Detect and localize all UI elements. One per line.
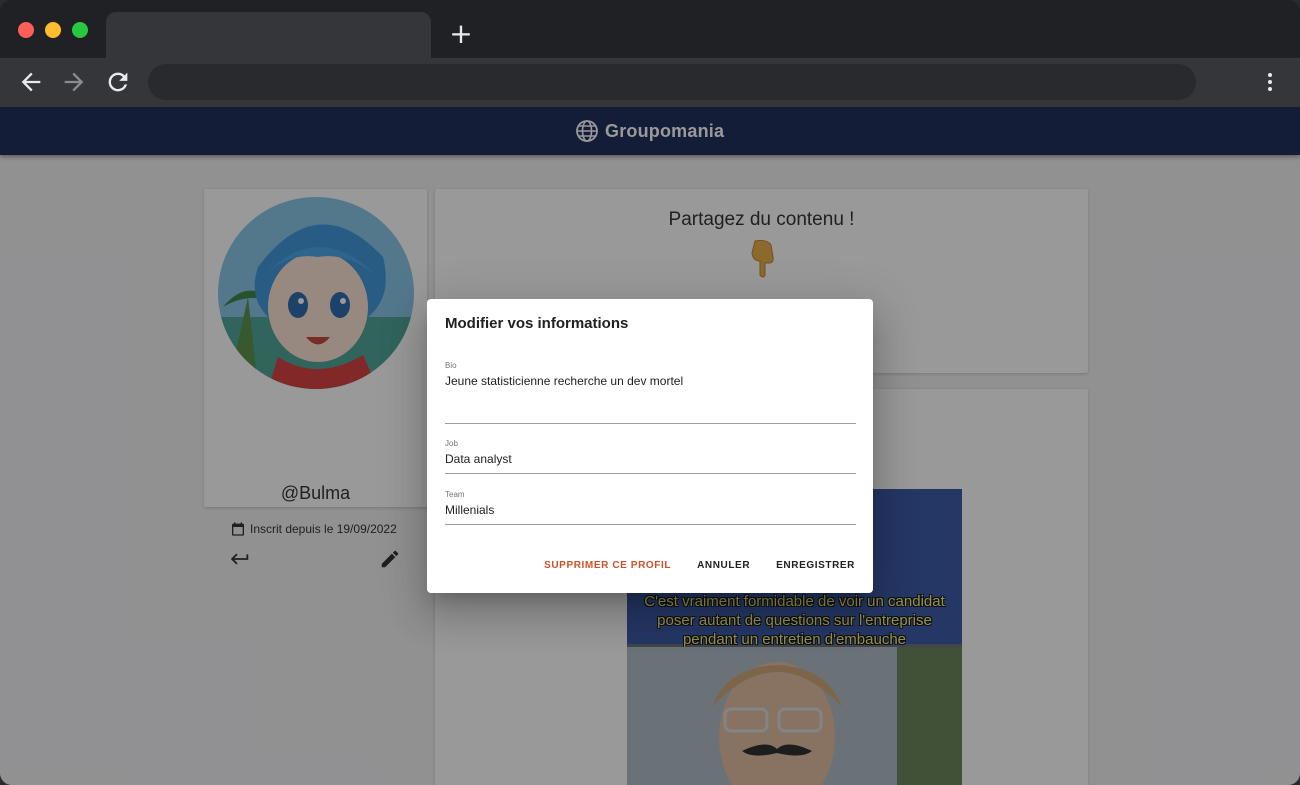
job-label: Job bbox=[445, 439, 458, 448]
job-field[interactable]: Job Data analyst bbox=[445, 439, 856, 474]
job-underline bbox=[445, 473, 856, 474]
dialog-title: Modifier vos informations bbox=[445, 315, 629, 332]
delete-profile-button[interactable]: SUPPRIMER CE PROFIL bbox=[544, 560, 671, 571]
new-tab-button[interactable]: + bbox=[447, 20, 475, 48]
browser-window: + Groupomania @Bulma Inscrit depuis le 1… bbox=[0, 0, 1300, 785]
page-content: Groupomania @Bulma Inscrit depuis le 19/… bbox=[0, 107, 1300, 785]
back-arrow-icon[interactable] bbox=[17, 68, 45, 96]
bio-underline bbox=[445, 423, 856, 424]
bio-field[interactable]: Bio Jeune statisticienne recherche un de… bbox=[445, 361, 856, 424]
cancel-button[interactable]: ANNULER bbox=[697, 560, 750, 571]
team-underline bbox=[445, 524, 856, 525]
more-menu-icon[interactable] bbox=[1258, 70, 1282, 94]
minimize-window-button[interactable] bbox=[45, 22, 61, 38]
forward-arrow-icon[interactable] bbox=[60, 68, 88, 96]
title-bar: + bbox=[0, 0, 1300, 58]
team-field[interactable]: Team Millenials bbox=[445, 490, 856, 525]
bio-label: Bio bbox=[445, 361, 457, 370]
close-window-button[interactable] bbox=[18, 22, 34, 38]
maximize-window-button[interactable] bbox=[72, 22, 88, 38]
browser-toolbar bbox=[0, 58, 1300, 107]
team-value[interactable]: Millenials bbox=[445, 503, 856, 517]
address-bar[interactable] bbox=[148, 64, 1196, 100]
reload-icon[interactable] bbox=[104, 68, 132, 96]
save-button[interactable]: ENREGISTRER bbox=[776, 560, 855, 571]
edit-profile-dialog: Modifier vos informations Bio Jeune stat… bbox=[427, 299, 873, 593]
job-value[interactable]: Data analyst bbox=[445, 452, 856, 466]
bio-value[interactable]: Jeune statisticienne recherche un dev mo… bbox=[445, 374, 856, 388]
dialog-actions: SUPPRIMER CE PROFIL ANNULER ENREGISTRER bbox=[544, 560, 855, 571]
team-label: Team bbox=[445, 490, 465, 499]
browser-tab[interactable] bbox=[106, 12, 431, 58]
